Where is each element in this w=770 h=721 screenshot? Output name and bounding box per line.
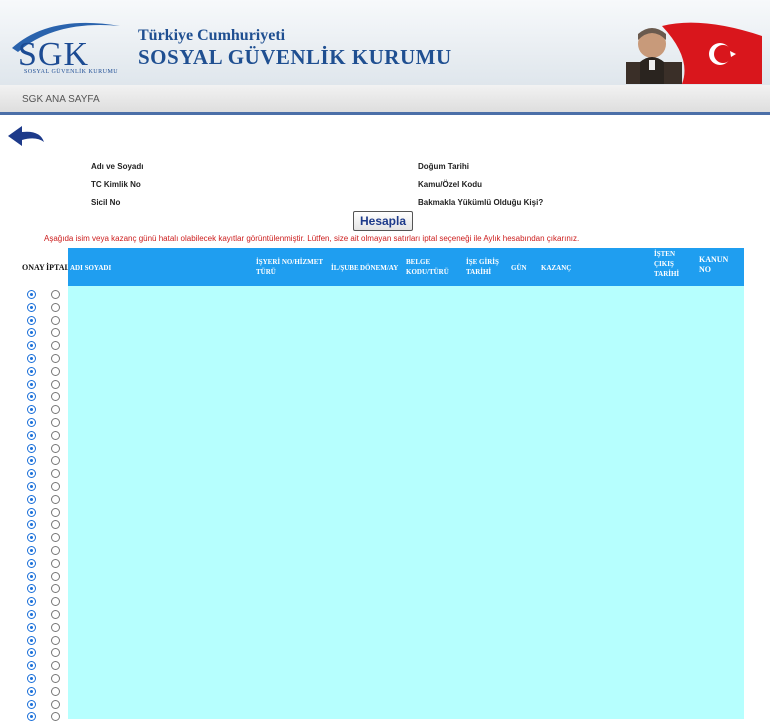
back-arrow-icon[interactable] [6,124,46,150]
row-iptal-radio[interactable] [51,661,60,671]
row-iptal-radio[interactable] [51,405,60,415]
row-onay-radio[interactable] [27,341,36,351]
row-iptal-radio[interactable] [51,533,60,543]
col-donem-header: DÖNEM/AY [360,264,399,272]
row-onay-radio[interactable] [27,392,36,402]
row-onay-radio[interactable] [27,430,36,440]
col-onay-header: ONAY [22,263,45,272]
row-iptal-radio[interactable] [51,558,60,568]
col-giris-header: İŞE GİRİŞ TARİHİ [466,258,499,276]
row-onay-radio[interactable] [27,328,36,338]
col-belge-header: BELGE KODU/TÜRÜ [406,258,449,276]
row-onay-radio[interactable] [27,520,36,530]
row-iptal-radio[interactable] [51,328,60,338]
row-onay-radio[interactable] [27,661,36,671]
row-onay-radio[interactable] [27,533,36,543]
row-onay-radio[interactable] [27,469,36,479]
row-iptal-radio[interactable] [51,571,60,581]
row-iptal-radio[interactable] [51,443,60,453]
col-name-header: ADI SOYADI [70,264,112,272]
row-onay-radio[interactable] [27,315,36,325]
row-iptal-radio[interactable] [51,482,60,491]
row-iptal-radio[interactable] [51,712,60,721]
row-onay-radio[interactable] [27,482,36,491]
row-iptal-radio[interactable] [51,507,60,517]
row-onay-radio[interactable] [27,699,36,709]
row-onay-radio[interactable] [27,610,36,619]
row-iptal-radio[interactable] [51,520,60,530]
calculate-button[interactable]: Hesapla [353,211,413,231]
sicil-label: Sicil No [91,198,121,207]
sgk-logo[interactable]: SGK SOSYAL GÜVENLİK KURUMU [10,18,125,80]
row-onay-radio[interactable] [27,405,36,415]
row-onay-radio[interactable] [27,571,36,581]
row-iptal-radio[interactable] [51,635,60,645]
col-kanun-header: KANUN NO [699,255,729,274]
name-label: Adı ve Soyadı [91,162,144,171]
row-onay-radio[interactable] [27,674,36,683]
row-onay-radio[interactable] [27,494,36,504]
row-iptal-radio[interactable] [51,494,60,504]
row-iptal-radio[interactable] [51,686,60,696]
row-onay-radio[interactable] [27,686,36,696]
top-navbar: SGK ANA SAYFA [0,85,770,115]
ataturk-flag-portrait-icon [626,22,762,84]
row-onay-radio[interactable] [27,507,36,517]
birth-date-label: Doğum Tarihi [418,162,469,171]
row-iptal-radio[interactable] [51,699,60,709]
col-gun-header: GÜN [511,264,527,272]
row-iptal-radio[interactable] [51,290,60,299]
col-iptal-header: İPTAL [46,263,70,272]
table-header: ADI SOYADI İŞYERİ NO/HİZMET TÜRÜ İL/ŞUBE… [68,248,744,286]
row-iptal-radio[interactable] [51,302,60,312]
row-iptal-radio[interactable] [51,315,60,325]
row-onay-radio[interactable] [27,546,36,555]
logo-subtitle: SOSYAL GÜVENLİK KURUMU [24,69,119,75]
table-body [68,286,744,719]
row-iptal-radio[interactable] [51,648,60,658]
site-header: SGK SOSYAL GÜVENLİK KURUMU Türkiye Cumhu… [0,0,770,85]
row-onay-radio[interactable] [27,418,36,427]
row-onay-radio[interactable] [27,379,36,389]
row-onay-radio[interactable] [27,597,36,607]
row-iptal-radio[interactable] [51,418,60,427]
row-onay-radio[interactable] [27,622,36,632]
warning-message: Aşağıda isim veya kazanç günü hatalı ola… [44,234,580,243]
row-onay-radio[interactable] [27,366,36,376]
row-onay-radio[interactable] [27,635,36,645]
row-iptal-radio[interactable] [51,430,60,440]
row-onay-radio[interactable] [27,558,36,568]
col-cikis-header: İŞTEN ÇIKIŞ TARİHİ [654,250,680,278]
row-iptal-radio[interactable] [51,366,60,376]
row-onay-radio[interactable] [27,290,36,299]
header-org-name: SOSYAL GÜVENLİK KURUMU [138,45,452,69]
kamu-ozel-label: Kamu/Özel Kodu [418,180,483,189]
row-onay-radio[interactable] [27,584,36,594]
row-iptal-radio[interactable] [51,392,60,402]
row-onay-radio[interactable] [27,456,36,466]
row-iptal-radio[interactable] [51,610,60,619]
col-isyeri-header: İŞYERİ NO/HİZMET TÜRÜ [256,258,323,276]
row-iptal-radio[interactable] [51,354,60,363]
row-iptal-radio[interactable] [51,379,60,389]
row-iptal-radio[interactable] [51,597,60,607]
row-iptal-radio[interactable] [51,584,60,594]
nav-home-link[interactable]: SGK ANA SAYFA [22,94,100,105]
row-onay-radio[interactable] [27,712,36,721]
row-onay-radio[interactable] [27,354,36,363]
row-onay-radio[interactable] [27,443,36,453]
row-iptal-radio[interactable] [51,674,60,683]
row-iptal-radio[interactable] [51,622,60,632]
row-onay-radio[interactable] [27,648,36,658]
row-iptal-radio[interactable] [51,469,60,479]
header-title: Türkiye Cumhuriyeti [138,27,286,44]
row-iptal-radio[interactable] [51,456,60,466]
dependent-label: Bakmakla Yükümlü Olduğu Kişi? [418,198,544,207]
tc-label: TC Kimlik No [91,180,141,189]
row-iptal-radio[interactable] [51,341,60,351]
col-sube-header: İL/ŞUBE [331,264,359,272]
row-onay-radio[interactable] [27,302,36,312]
col-kazanc-header: KAZANÇ [541,264,572,272]
row-iptal-radio[interactable] [51,546,60,555]
